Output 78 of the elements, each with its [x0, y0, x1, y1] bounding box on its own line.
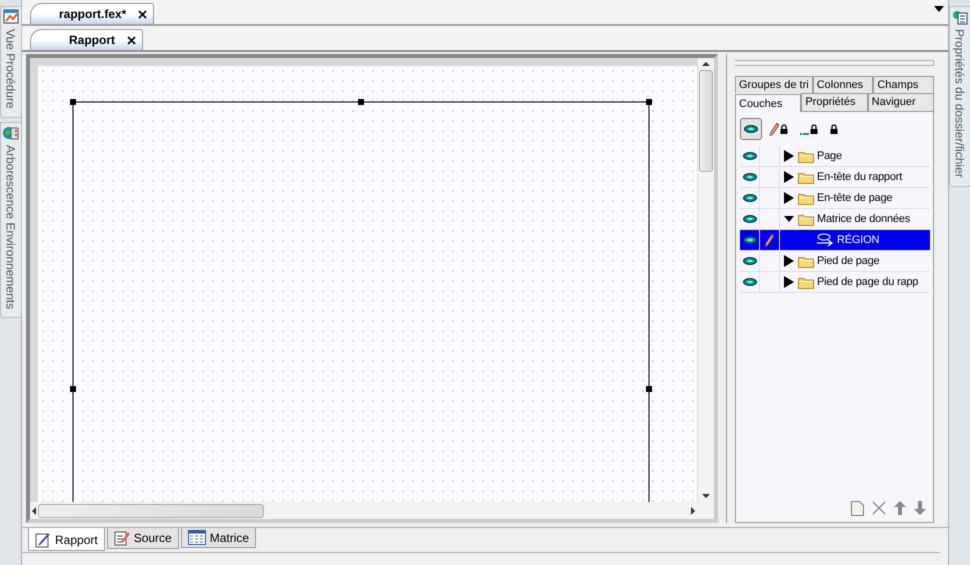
scroll-thumb[interactable]	[699, 70, 713, 172]
side-panel-label: Arborescence Environnements	[4, 144, 18, 309]
document-tab[interactable]: rapport.fex*	[30, 3, 154, 24]
panel-tab[interactable]: Couches	[735, 94, 802, 112]
folder-icon	[798, 150, 814, 162]
lock-icon[interactable]	[810, 124, 818, 134]
expand-arrow-icon[interactable]	[783, 150, 795, 162]
dropdown-arrow-icon[interactable]	[934, 6, 944, 12]
layer-label: Pied de page	[817, 255, 880, 267]
expand-arrow-icon[interactable]	[783, 171, 795, 183]
delete-icon[interactable]	[872, 501, 886, 515]
eye-icon[interactable]	[742, 278, 756, 286]
vertical-scrollbar[interactable]	[697, 58, 714, 502]
eye-icon[interactable]	[742, 152, 756, 160]
scroll-right-icon[interactable]	[691, 506, 695, 514]
layer-label: Pied de page du rapp	[817, 276, 918, 288]
scroll-down-icon[interactable]	[702, 494, 710, 498]
panel-tab[interactable]: Colonnes	[812, 76, 874, 93]
bottom-tab[interactable]: Rapport	[28, 528, 105, 551]
loop-arrow-icon	[816, 233, 834, 247]
eye-icon[interactable]	[742, 173, 756, 181]
layer-tool-button[interactable]	[740, 118, 762, 140]
folder-icon	[798, 254, 814, 268]
paintbrush-icon	[35, 532, 51, 548]
close-icon[interactable]	[127, 36, 136, 44]
layer-label: Matrice de données	[817, 213, 910, 225]
properties-list-icon	[952, 9, 968, 25]
expand-arrow-icon[interactable]	[783, 192, 795, 204]
bottom-tab[interactable]: Matrice	[180, 528, 256, 548]
folder-icon	[798, 212, 814, 226]
pencil-icon	[770, 122, 779, 136]
side-panel-tab[interactable]: Arborescence Environnements	[0, 122, 22, 318]
eye-icon[interactable]	[742, 215, 756, 223]
side-panel-label: Vue Procédure	[4, 29, 18, 109]
view-tab[interactable]: Rapport	[30, 29, 143, 50]
panel-tab[interactable]: Champs	[873, 76, 934, 93]
panel-tab[interactable]: Naviguer	[868, 93, 934, 111]
layer-row[interactable]: Pied de page	[740, 251, 930, 272]
panel-tab[interactable]: Groupes de tri	[735, 76, 813, 93]
chart-window-icon	[2, 9, 18, 25]
arrow-down-icon[interactable]	[914, 501, 926, 515]
horizontal-scrollbar[interactable]	[30, 502, 697, 519]
expand-arrow-icon[interactable]	[783, 276, 795, 288]
scroll-left-icon[interactable]	[32, 506, 36, 514]
folder-icon	[798, 170, 814, 184]
side-panel-tab[interactable]: Propriétés du dossier/fichier	[948, 6, 970, 187]
globe-server-icon	[2, 124, 18, 141]
folder-icon	[798, 192, 814, 204]
lock-icon[interactable]	[780, 124, 788, 134]
bottom-tab[interactable]: Source	[106, 528, 179, 549]
pencil-icon	[765, 233, 774, 247]
panel-tab[interactable]: Propriétés	[801, 93, 868, 111]
side-panel-label: Propriétés du dossier/fichier	[952, 29, 966, 178]
layer-label: RÉGION	[837, 234, 880, 246]
expand-arrow-icon[interactable]	[783, 255, 795, 267]
eye-icon[interactable]	[742, 257, 756, 265]
document-pencil-icon	[114, 530, 130, 546]
layer-row[interactable]: En-tête du rapport	[740, 167, 930, 188]
table-icon	[188, 530, 206, 545]
layer-row[interactable]: Page	[740, 146, 930, 167]
lock-icon[interactable]	[830, 124, 838, 134]
layer-row[interactable]: RÉGION	[740, 230, 930, 251]
eye-icon[interactable]	[742, 194, 756, 202]
scroll-up-icon[interactable]	[702, 62, 710, 66]
arrow-up-icon[interactable]	[894, 501, 906, 515]
layer-label: En-tête du rapport	[817, 171, 902, 183]
folder-icon	[798, 276, 814, 288]
new-page-icon[interactable]	[851, 501, 864, 516]
close-icon[interactable]	[138, 10, 148, 18]
side-panel-tab[interactable]: Vue Procédure	[0, 6, 22, 118]
eye-icon[interactable]	[744, 125, 758, 133]
layer-row[interactable]: En-tête de page	[740, 188, 930, 209]
layer-row[interactable]: Pied de page du rapp	[740, 272, 930, 293]
scroll-thumb[interactable]	[38, 504, 264, 518]
eye-icon[interactable]	[742, 236, 756, 244]
layer-label: Page	[817, 150, 842, 162]
line-icon	[800, 133, 809, 135]
layer-label: En-tête de page	[817, 192, 892, 204]
